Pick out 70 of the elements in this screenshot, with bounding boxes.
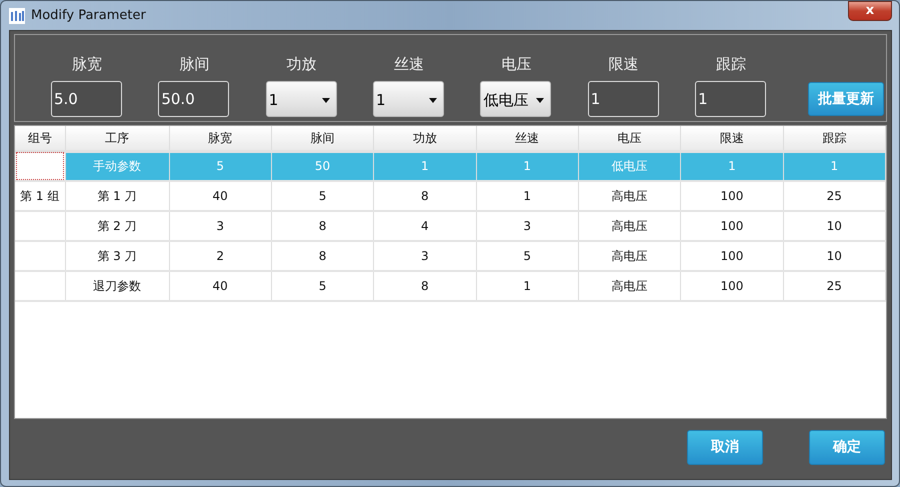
column-header: 脉宽 [169,126,272,151]
table-cell: 5 [476,241,578,271]
table-cell: 10 [783,211,886,241]
table-cell: 1 [476,181,578,211]
table-cell: 10 [783,241,886,271]
input-field[interactable]: 5.0 [51,81,122,117]
table-cell: 3 [476,211,578,241]
close-button[interactable]: x [848,1,892,21]
column-header: 组号 [15,126,65,151]
table-cell: 1 [476,271,578,301]
table-cell: 高电压 [578,181,681,211]
table-cell: 25 [783,271,886,301]
table-cell: 第 1 组 [15,181,65,211]
table-cell: 3 [374,241,476,271]
table-cell: 8 [374,271,476,301]
table-cell: 3 [169,211,272,241]
table-cell: 1 [374,151,476,181]
field-label: 脉间 [178,54,210,74]
table-cell: 40 [169,271,272,301]
column-header: 电压 [578,126,681,151]
table-cell: 40 [169,181,272,211]
caret-icon [536,98,544,102]
table-cell: 5 [271,181,374,211]
table-cell: 1 [783,151,886,181]
table-cell: 100 [680,181,784,211]
table-cell: 退刀参数 [65,271,169,301]
table-cell: 第 2 刀 [65,211,169,241]
table-cell: 8 [374,181,476,211]
input-field[interactable]: 1 [695,81,766,117]
column-header: 功放 [374,126,476,151]
dropdown[interactable]: 低电压 [480,81,552,117]
field-label: 功放 [286,54,318,74]
table-cell: 5 [271,271,374,301]
field-label: 限速 [608,54,640,74]
table-cell: 4 [374,211,476,241]
table-cell: 1 [680,151,784,181]
column-header: 工序 [65,126,169,151]
dropdown[interactable]: 1 [373,81,444,117]
table-cell: 高电压 [578,241,681,271]
table-cell: 2 [169,241,272,271]
table-cell: 手动参数 [65,151,169,181]
field-label: 电压 [500,54,532,74]
field-label: 脉宽 [71,54,103,74]
table-cell: 25 [783,181,886,211]
input-field[interactable]: 50.0 [158,81,230,117]
caret-icon [322,98,330,102]
table-cell: 第 3 刀 [65,241,169,271]
column-header: 脉间 [271,126,374,151]
table-cell: 高电压 [578,211,681,241]
field-label: 丝速 [393,54,426,74]
input-field[interactable]: 1 [588,81,659,117]
caret-icon [429,98,438,102]
window-title: Modify Parameter [31,6,146,25]
table-cell: 8 [271,211,374,241]
table-cell: 5 [169,151,272,181]
column-header: 丝速 [476,126,578,151]
field-label: 跟踪 [715,54,748,74]
column-header: 跟踪 [783,126,886,151]
table-cell: 第 1 刀 [65,181,169,211]
table-cell: 1 [476,151,578,181]
table-cell: 高电压 [578,271,681,301]
app-icon [9,8,25,24]
dropdown[interactable]: 1 [266,81,337,117]
table-cell: 100 [680,241,784,271]
column-header: 限速 [680,126,784,151]
table-cell: 50 [271,151,374,181]
table-cell: 8 [271,241,374,271]
table-cell: 低电压 [578,151,681,181]
table-cell: 100 [680,271,784,301]
table-cell: 100 [680,211,784,241]
